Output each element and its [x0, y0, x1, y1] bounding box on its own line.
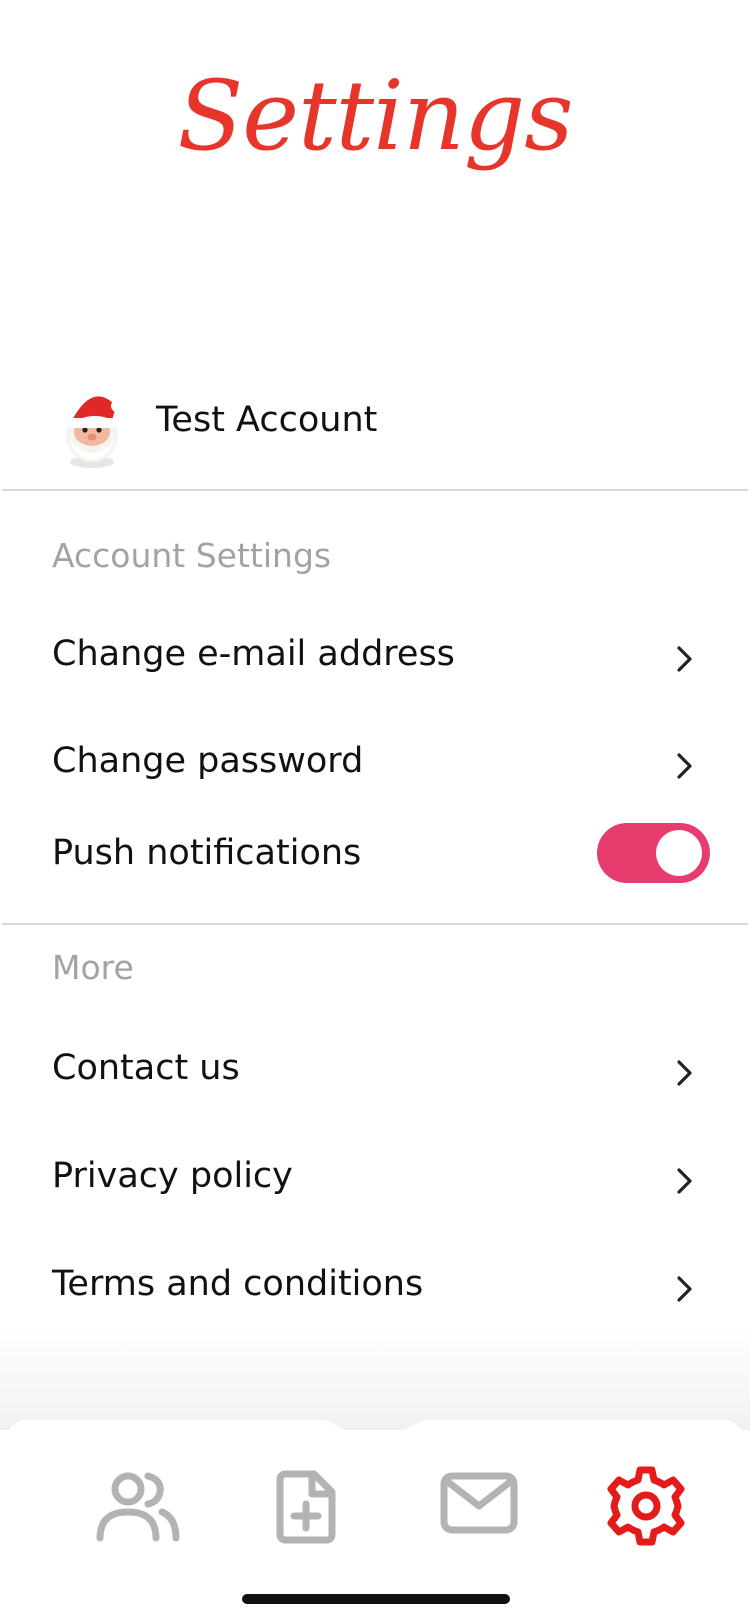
mail-icon	[440, 1472, 518, 1534]
change-email-label: Change e-mail address	[52, 634, 455, 674]
chevron-right-icon	[677, 646, 692, 672]
users-icon	[96, 1472, 180, 1542]
profile-row[interactable]: Test Account	[0, 370, 750, 480]
chevron-right-icon	[677, 753, 692, 779]
push-notifications-row: Push notifications	[0, 823, 750, 893]
profile-name: Test Account	[156, 400, 378, 440]
chevron-right-icon	[677, 1168, 692, 1194]
change-password-row[interactable]: Change password	[0, 731, 750, 801]
new-document-icon	[276, 1470, 336, 1544]
chevron-right-icon	[677, 1276, 692, 1302]
contact-us-label: Contact us	[52, 1048, 240, 1088]
divider	[2, 489, 748, 491]
terms-row[interactable]: Terms and conditions	[0, 1254, 750, 1324]
tab-mail[interactable]	[440, 1470, 518, 1540]
toggle-knob	[656, 830, 702, 876]
tab-settings[interactable]	[606, 1466, 686, 1550]
privacy-policy-row[interactable]: Privacy policy	[0, 1146, 750, 1216]
gear-icon	[607, 1466, 685, 1546]
change-email-row[interactable]: Change e-mail address	[0, 624, 750, 694]
privacy-policy-label: Privacy policy	[52, 1156, 293, 1196]
page-title: Settings	[177, 60, 574, 172]
section-heading-account: Account Settings	[52, 536, 332, 575]
tab-users[interactable]	[96, 1470, 180, 1546]
contact-us-row[interactable]: Contact us	[0, 1038, 750, 1108]
divider	[2, 923, 748, 925]
home-indicator	[242, 1594, 510, 1604]
santa-avatar-icon	[66, 396, 123, 468]
chevron-right-icon	[677, 1060, 692, 1086]
change-password-label: Change password	[52, 741, 364, 781]
tabbar-shadow	[0, 1330, 750, 1430]
section-heading-more: More	[52, 948, 134, 987]
push-notifications-label: Push notifications	[52, 833, 362, 873]
tab-new-document[interactable]	[274, 1470, 338, 1548]
push-notifications-toggle[interactable]	[597, 823, 710, 883]
terms-label: Terms and conditions	[52, 1264, 424, 1304]
